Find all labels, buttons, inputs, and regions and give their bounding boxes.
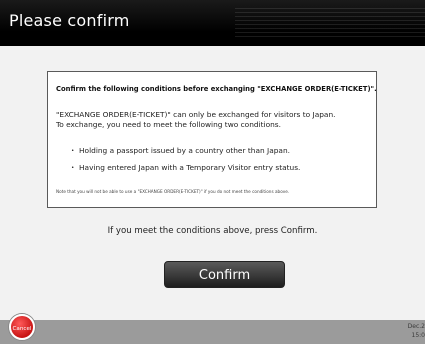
conditions-note: Note that you will not be able to use a … [56, 189, 290, 194]
conditions-intro: "EXCHANGE ORDER(E-TICKET)" can only be e… [56, 110, 374, 130]
bullet-icon: ・ [69, 163, 77, 172]
date-text: Dec.2 [407, 323, 425, 330]
confirm-prompt: If you meet the conditions above, press … [107, 226, 318, 236]
cancel-button[interactable]: Cancel [9, 314, 35, 340]
bullet-icon: ・ [69, 146, 77, 155]
confirm-button[interactable]: Confirm [164, 261, 285, 288]
header-decoration [235, 8, 425, 38]
datetime-display: Dec.2 15:0 [395, 322, 425, 340]
intro-line: To exchange, you need to meet the follow… [56, 120, 281, 129]
conditions-heading: Confirm the following conditions before … [56, 85, 377, 93]
time-text: 15:0 [411, 332, 425, 339]
footer-bar: Dec.2 15:0 [0, 320, 425, 344]
page-title: Please confirm [9, 11, 130, 30]
intro-line: "EXCHANGE ORDER(E-TICKET)" can only be e… [56, 110, 336, 119]
conditions-list: ・ Holding a passport issued by a country … [69, 142, 300, 176]
condition-item: ・ Having entered Japan with a Temporary V… [69, 159, 300, 176]
condition-text: Having entered Japan with a Temporary Vi… [79, 163, 301, 172]
conditions-panel: Confirm the following conditions before … [47, 71, 377, 208]
title-bar: Please confirm [0, 0, 425, 46]
condition-item: ・ Holding a passport issued by a country … [69, 142, 300, 159]
condition-text: Holding a passport issued by a country o… [79, 146, 290, 155]
